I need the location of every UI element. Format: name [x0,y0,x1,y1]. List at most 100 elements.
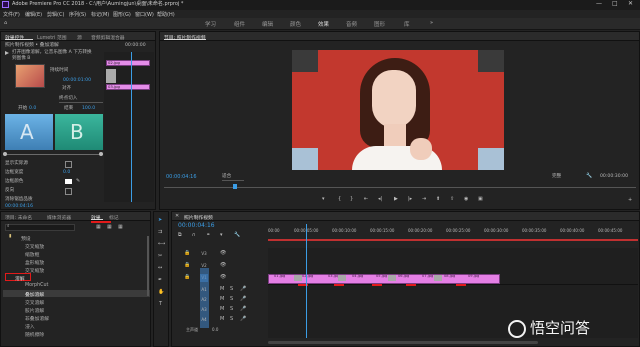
close-sequence-icon[interactable]: ✕ [175,214,179,219]
home-icon[interactable]: ⌂ [4,21,7,26]
pen-tool-icon[interactable]: ✒ [158,278,162,283]
timeline-settings-icon[interactable]: 🔧 [234,233,240,238]
razor-tool-icon[interactable]: ✂ [158,254,162,259]
menu-help[interactable]: 帮助(H) [157,11,175,18]
mute-icon[interactable]: M [220,317,224,322]
more-workspaces-icon[interactable]: » [430,21,433,26]
project-scrollbar[interactable] [147,236,149,296]
program-playhead[interactable] [233,184,237,189]
toggle-output-icon[interactable]: 👁 [220,275,226,280]
border-width-value[interactable]: 0.0 [63,170,70,176]
tab-markers[interactable]: 标记 [109,214,119,221]
ec-playhead[interactable] [131,52,132,202]
track-select-icon[interactable]: ⇉ [158,230,162,235]
mark-in-icon[interactable]: { [338,197,341,202]
wrench-icon[interactable]: 🔧 [586,174,592,179]
solo-icon[interactable]: S [230,297,233,302]
start-slider-handle[interactable] [3,152,7,156]
ripple-edit-icon[interactable]: ⟷ [158,242,165,247]
workspace-assembly[interactable]: 组件 [234,20,245,28]
tab-lumetri-scopes[interactable]: Lumetri 范围 [37,34,67,41]
effects-tree-item[interactable]: 盒形缩放 [25,259,44,266]
extract-icon[interactable]: ⇪ [450,197,454,202]
menu-marker[interactable]: 标记(M) [91,11,109,18]
linked-selection-icon[interactable]: ⚭ [206,233,210,238]
timeline-playhead[interactable] [306,224,307,338]
mute-icon[interactable]: M [220,307,224,312]
workspace-audio[interactable]: 音频 [346,20,357,28]
effects-tree-item[interactable]: 预设 [21,235,31,242]
selection-tool-icon[interactable]: ➤ [158,218,162,223]
effects-search-input[interactable] [5,224,75,231]
duration-value[interactable]: 00:00:01:00 [63,78,91,84]
maximize-button[interactable]: □ [612,1,618,7]
solo-icon[interactable]: S [230,317,233,322]
tab-audio-clip-mixer[interactable]: 音频剪辑混合器 [91,34,125,41]
timeline-scrollbar[interactable] [268,341,538,344]
workspace-editing[interactable]: 编辑 [262,20,273,28]
play-icon[interactable]: ▶ [394,197,398,202]
lift-icon[interactable]: ⬆ [436,197,440,202]
transition-block[interactable] [294,275,302,281]
track-a4-label[interactable]: A4 [200,316,208,324]
go-to-out-icon[interactable]: ⇥ [422,197,426,202]
workspace-effects[interactable]: 效果 [318,20,329,28]
mic-icon[interactable]: 🎤 [240,297,246,302]
fit-dropdown[interactable]: 适合 [222,174,244,181]
hand-tool-icon[interactable]: ✋ [158,290,164,295]
toggle-output-icon[interactable]: 👁 [220,263,226,268]
menu-file[interactable]: 文件(F) [3,11,20,18]
timeline-ruler[interactable]: 00:00 00:00:05:00 00:00:10:00 00:00:15:0… [268,223,638,243]
mute-icon[interactable]: M [220,297,224,302]
master-track-value[interactable]: 0.0 [212,328,218,332]
mark-out-icon[interactable]: } [350,197,353,202]
end-slider-handle[interactable] [99,152,103,156]
comparison-icon[interactable]: ▣ [478,197,483,202]
export-frame-icon[interactable]: ◉ [464,197,468,202]
snap-icon[interactable]: ∩ [192,233,196,238]
effects-tree-item[interactable]: 交叉溶解 [25,299,44,306]
toggle-output-icon[interactable]: 👁 [220,251,226,256]
menu-window[interactable]: 窗口(W) [135,11,154,18]
align-dropdown[interactable]: 终点切入 [59,96,103,103]
solo-icon[interactable]: S [230,307,233,312]
track-a2-label[interactable]: A2 [200,296,208,304]
transition-block[interactable] [388,275,396,281]
yuv-effects-icon[interactable]: ▦ [118,225,123,230]
effects-tree-item[interactable]: 交叉缩放 [25,243,44,250]
go-to-in-icon[interactable]: ⇤ [364,197,368,202]
solo-icon[interactable]: S [230,287,233,292]
play-transition-icon[interactable] [5,51,9,55]
start-slider[interactable] [5,154,103,155]
mic-icon[interactable]: 🎤 [240,287,246,292]
timeline-title[interactable]: 照片制作视频 [184,214,213,221]
workspace-learning[interactable]: 学习 [205,20,216,28]
add-button-icon[interactable]: + [628,198,632,203]
32bit-effects-icon[interactable]: ▦ [107,225,112,230]
effects-tree-folder-dissolve[interactable]: 溶解 [15,275,25,282]
mute-icon[interactable]: M [220,287,224,292]
type-tool-icon[interactable]: T [159,302,162,307]
lock-icon[interactable]: 🔒 [184,251,190,256]
menu-sequence[interactable]: 序列(S) [69,11,86,18]
reverse-checkbox[interactable] [65,188,72,195]
effects-tree-item-selected[interactable]: 叠加溶解 [25,291,44,298]
nest-icon[interactable]: ⧉ [178,233,182,238]
mic-icon[interactable]: 🎤 [240,307,246,312]
effects-tree-item[interactable]: 浸入 [25,323,35,330]
track-v3-label[interactable]: V3 [200,250,208,258]
menu-clip[interactable]: 剪辑(C) [47,11,64,18]
menu-edit[interactable]: 编辑(E) [25,11,42,18]
slip-tool-icon[interactable]: ↔ [158,266,162,271]
close-button[interactable]: ✕ [628,1,633,7]
program-timecode[interactable]: 00:00:04:16 [166,175,197,180]
track-a3-label[interactable]: A3 [200,306,208,314]
workspace-libraries[interactable]: 库 [404,20,410,28]
effects-tree-item[interactable]: 缩放框 [25,251,39,258]
add-marker-icon[interactable]: ▾ [322,197,325,202]
eyedropper-icon[interactable]: ✎ [76,179,80,184]
effects-tree-item[interactable]: 随机擦除 [25,331,44,338]
workspace-graphics[interactable]: 图形 [374,20,385,28]
work-area-bar[interactable] [268,239,638,241]
add-marker-timeline-icon[interactable]: ▾ [220,233,223,238]
